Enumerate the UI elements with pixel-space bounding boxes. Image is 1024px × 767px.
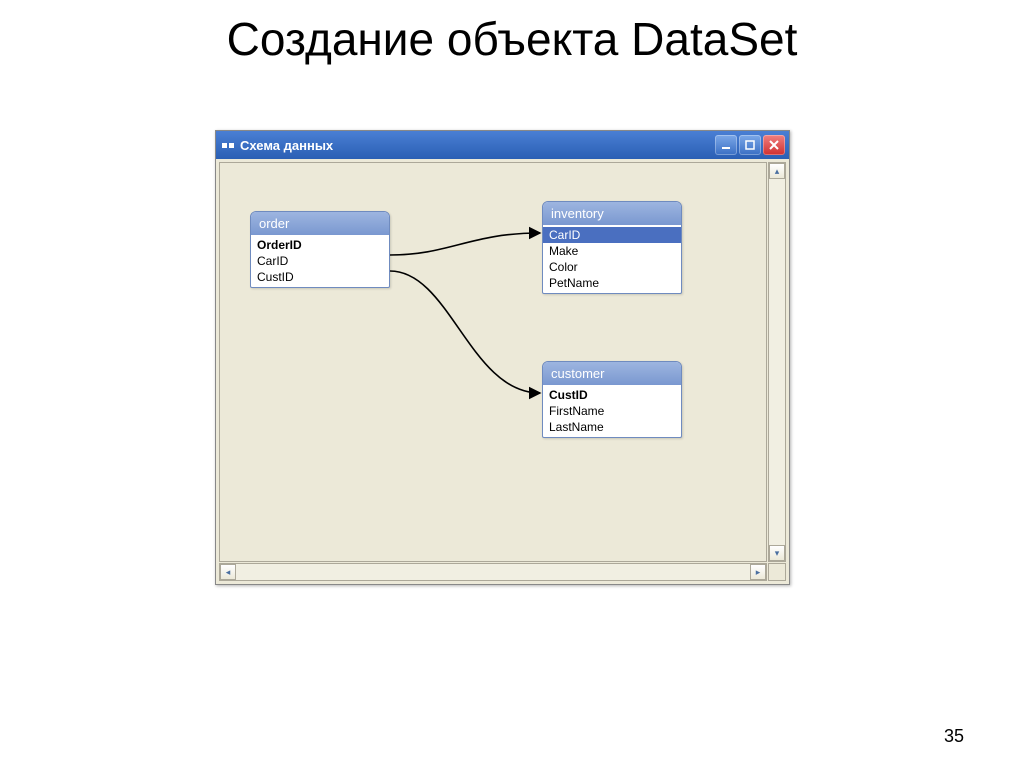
schema-canvas[interactable]: order OrderID CarID CustID inventory Car… xyxy=(219,162,767,562)
schema-window: Схема данных xyxy=(215,130,790,585)
table-order[interactable]: order OrderID CarID CustID xyxy=(250,211,390,288)
table-customer[interactable]: customer CustID FirstName LastName xyxy=(542,361,682,438)
scroll-up-button[interactable]: ▴ xyxy=(769,163,785,179)
close-button[interactable] xyxy=(763,135,785,155)
field-petname[interactable]: PetName xyxy=(543,275,681,291)
chevron-down-icon: ▾ xyxy=(775,548,780,559)
field-car-id-selected[interactable]: CarID xyxy=(543,227,681,243)
field-order-id[interactable]: OrderID xyxy=(251,237,389,253)
field-car-id[interactable]: CarID xyxy=(251,253,389,269)
minimize-button[interactable] xyxy=(715,135,737,155)
field-cust-id[interactable]: CustID xyxy=(251,269,389,285)
slide-title: Создание объекта DataSet xyxy=(0,0,1024,66)
chevron-left-icon: ◂ xyxy=(226,567,231,578)
table-header[interactable]: order xyxy=(251,212,389,235)
scroll-left-button[interactable]: ◂ xyxy=(220,564,236,580)
horizontal-scrollbar[interactable]: ◂ ▸ xyxy=(219,563,767,581)
window-titlebar[interactable]: Схема данных xyxy=(216,131,789,159)
scroll-right-button[interactable]: ▸ xyxy=(750,564,766,580)
client-area: order OrderID CarID CustID inventory Car… xyxy=(216,159,789,584)
maximize-button[interactable] xyxy=(739,135,761,155)
scrollbar-corner xyxy=(768,563,786,581)
table-inventory[interactable]: inventory CarID Make Color PetName xyxy=(542,201,682,294)
field-lastname[interactable]: LastName xyxy=(543,419,681,435)
field-make[interactable]: Make xyxy=(543,243,681,259)
app-icon xyxy=(220,137,236,153)
table-header[interactable]: inventory xyxy=(543,202,681,225)
field-cust-id[interactable]: CustID xyxy=(543,387,681,403)
field-color[interactable]: Color xyxy=(543,259,681,275)
table-header[interactable]: customer xyxy=(543,362,681,385)
scroll-down-button[interactable]: ▾ xyxy=(769,545,785,561)
vertical-scrollbar[interactable]: ▴ ▾ xyxy=(768,162,786,562)
field-firstname[interactable]: FirstName xyxy=(543,403,681,419)
window-title: Схема данных xyxy=(240,138,715,153)
chevron-up-icon: ▴ xyxy=(775,166,780,177)
chevron-right-icon: ▸ xyxy=(756,567,761,578)
page-number: 35 xyxy=(944,726,964,747)
